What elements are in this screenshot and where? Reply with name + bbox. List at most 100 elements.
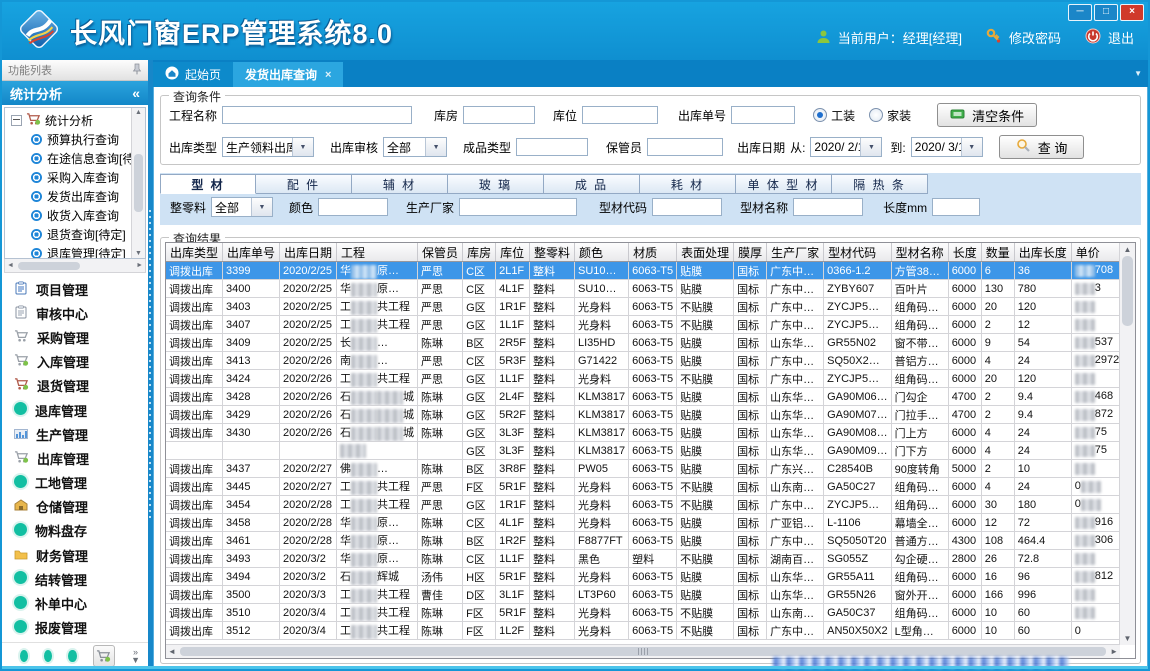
material-tab[interactable]: 型 材 <box>160 174 256 194</box>
tree-item[interactable]: 在途信息查询[待 <box>11 149 145 168</box>
table-row[interactable]: 调拨出库34582020/2/28华原…陈琳C区4L1F整料光身料6063-T5… <box>166 514 1120 532</box>
table-row[interactable]: 调拨出库34612020/2/28华原…陈琳B区1R2F整料F8877FT606… <box>166 532 1120 550</box>
tree-horizontal-scrollbar[interactable]: ◄ ► <box>4 259 146 273</box>
material-tab[interactable]: 隔 热 条 <box>832 174 928 194</box>
scroll-down-icon[interactable]: ▼ <box>135 250 142 257</box>
scroll-thumb[interactable] <box>134 154 143 212</box>
scroll-up-icon[interactable]: ▲ <box>1124 245 1132 254</box>
warehouse-input[interactable] <box>463 106 535 124</box>
tree-item[interactable]: 发货出库查询 <box>11 187 145 206</box>
material-tab[interactable]: 单 体 型 材 <box>736 174 832 194</box>
table-row[interactable]: 调拨出库35002020/3/3工共工程曹佳D区3L1F整料LT3P606063… <box>166 586 1120 604</box>
scroll-down-icon[interactable]: ▼ <box>1124 634 1132 643</box>
tree-item[interactable]: 采购入库查询 <box>11 168 145 187</box>
scroll-up-icon[interactable]: ▲ <box>135 109 142 116</box>
material-tab[interactable]: 玻 璃 <box>448 174 544 194</box>
sidebar-menu-item[interactable]: 结转管理 <box>14 570 148 589</box>
tree-item[interactable]: 收货入库查询 <box>11 206 145 225</box>
table-row[interactable]: 调拨出库34942020/3/2石辉城汤伟H区5R1F整料光身料6063-T5贴… <box>166 568 1120 586</box>
table-row[interactable]: 调拨出库35122020/3/4工共工程陈琳F区1L2F整料光身料6063-T5… <box>166 622 1120 640</box>
table-row[interactable]: 调拨出库34542020/2/28工共工程严思G区1R1F整料光身料6063-T… <box>166 496 1120 514</box>
column-header[interactable]: 单价 <box>1071 243 1120 262</box>
collapse-icon[interactable]: « <box>132 85 140 101</box>
column-header[interactable]: 保管员 <box>418 243 463 262</box>
column-header[interactable]: 材质 <box>629 243 677 262</box>
scroll-right-icon[interactable]: ► <box>1110 647 1118 656</box>
column-header[interactable]: 库位 <box>496 243 530 262</box>
column-header[interactable]: 整零料 <box>529 243 574 262</box>
sidebar-menu-item[interactable]: 入库管理 <box>14 352 148 371</box>
tree-item[interactable]: 退库管理[待定] <box>11 244 145 259</box>
table-row[interactable]: G区3L3F整料KLM38176063-T5贴膜国标山东华…GA90M09…门下… <box>166 442 1120 460</box>
table-row[interactable]: 调拨出库34132020/2/26南…严思C区5R3F整料G714226063-… <box>166 352 1120 370</box>
toolbar-overflow-button[interactable]: » ▼ <box>131 648 140 664</box>
tree-expander-icon[interactable] <box>11 115 22 126</box>
scroll-thumb[interactable] <box>18 262 80 270</box>
dot-icon[interactable] <box>20 650 28 662</box>
scroll-left-icon[interactable]: ◄ <box>168 647 176 656</box>
table-row[interactable]: 调拨出库34302020/2/26石城陈琳G区3L3F整料KLM38176063… <box>166 424 1120 442</box>
out-type-combobox[interactable]: 生产领料出库▼ <box>222 137 314 157</box>
date-from-picker[interactable]: 2020/ 2/16▼ <box>810 137 882 157</box>
sidebar-menu-item[interactable]: 仓储管理 <box>14 497 148 516</box>
sidebar-menu-item[interactable]: 物料盘存 <box>14 521 148 540</box>
product-type-input[interactable] <box>516 138 588 156</box>
maximize-button[interactable]: □ <box>1094 4 1118 21</box>
location-input[interactable] <box>582 106 658 124</box>
logout-link[interactable]: 退出 <box>1108 28 1134 47</box>
column-header[interactable]: 出库日期 <box>280 243 337 262</box>
table-row[interactable]: 调拨出库34032020/2/25工共工程严思G区1R1F整料光身料6063-T… <box>166 298 1120 316</box>
close-button[interactable]: × <box>1120 4 1144 21</box>
audit-combobox[interactable]: 全部▼ <box>383 137 447 157</box>
tab-list-caret-icon[interactable]: ▼ <box>1134 69 1142 78</box>
pin-icon[interactable] <box>132 63 142 78</box>
dot-icon[interactable] <box>68 650 76 662</box>
sidebar-menu-item[interactable]: 出库管理 <box>14 449 148 468</box>
sidebar-menu-item[interactable]: 采购管理 <box>14 328 148 347</box>
tree-item[interactable]: 预算执行查询 <box>11 130 145 149</box>
column-header[interactable]: 出库长度 <box>1014 243 1071 262</box>
sidebar-menu-item[interactable]: 退货管理 <box>14 376 148 395</box>
table-row[interactable]: 调拨出库34932020/3/2华原…陈琳C区1L1F整料黑色塑料不贴膜国标湖南… <box>166 550 1120 568</box>
radio-home[interactable]: 家装 <box>869 107 911 124</box>
change-password-link[interactable]: 修改密码 <box>1009 28 1061 47</box>
material-tab[interactable]: 配 件 <box>256 174 352 194</box>
keeper-input[interactable] <box>647 138 723 156</box>
tab-home[interactable]: 起始页 <box>153 62 233 87</box>
tree-item[interactable]: 退货查询[待定] <box>11 225 145 244</box>
table-row[interactable]: 调拨出库34282020/2/26石城陈琳G区2L4F整料KLM38176063… <box>166 388 1120 406</box>
sidebar-menu-item[interactable]: 报废管理 <box>14 618 148 637</box>
column-header[interactable]: 生产厂家 <box>767 243 824 262</box>
length-input[interactable] <box>932 198 980 216</box>
sidebar-menu-item[interactable]: 审核中心 <box>14 304 148 323</box>
table-row[interactable]: 调拨出库34372020/2/27佛…陈琳B区3R8F整料PW056063-T5… <box>166 460 1120 478</box>
column-header[interactable]: 膜厚 <box>734 243 767 262</box>
sidebar-menu-item[interactable]: 项目管理 <box>14 280 148 299</box>
column-header[interactable]: 表面处理 <box>677 243 734 262</box>
tab-shipment-query[interactable]: 发货出库查询 × <box>233 62 343 87</box>
scroll-thumb[interactable] <box>180 647 1106 656</box>
grid-vertical-scrollbar[interactable]: ▲ ▼ <box>1119 243 1135 645</box>
table-row[interactable]: 调拨出库34072020/2/25工共工程严思G区1L1F整料光身料6063-T… <box>166 316 1120 334</box>
table-row[interactable]: 调拨出库34452020/2/27工共工程严思F区5R1F整料光身料6063-T… <box>166 478 1120 496</box>
project-name-input[interactable] <box>222 106 412 124</box>
dot-icon[interactable] <box>44 650 52 662</box>
order-no-input[interactable] <box>731 106 795 124</box>
sidebar-menu-item[interactable]: 工地管理 <box>14 473 148 492</box>
tree-vertical-scrollbar[interactable]: ▲ ▼ <box>131 108 145 258</box>
material-tab[interactable]: 成 品 <box>544 174 640 194</box>
table-row[interactable]: 调拨出库34242020/2/26工共工程严思G区1L1F整料光身料6063-T… <box>166 370 1120 388</box>
clear-conditions-button[interactable]: 清空条件 <box>937 103 1037 127</box>
column-header[interactable]: 库房 <box>463 243 496 262</box>
sidebar-section-header[interactable]: 统计分析 « <box>2 81 148 105</box>
column-header[interactable]: 长度 <box>948 243 981 262</box>
manufacturer-input[interactable] <box>459 198 577 216</box>
cart-toolbar-button[interactable] <box>93 645 115 667</box>
table-row[interactable]: 调拨出库35102020/3/4工共工程陈琳F区5R1F整料光身料6063-T5… <box>166 604 1120 622</box>
minimize-button[interactable]: ─ <box>1068 4 1092 21</box>
whole-part-combobox[interactable]: 全部▼ <box>211 197 273 217</box>
radio-industrial[interactable]: 工装 <box>813 107 855 124</box>
sidebar-menu-item[interactable]: 补单中心 <box>14 594 148 613</box>
profile-name-input[interactable] <box>793 198 863 216</box>
scroll-thumb[interactable] <box>1122 256 1133 326</box>
